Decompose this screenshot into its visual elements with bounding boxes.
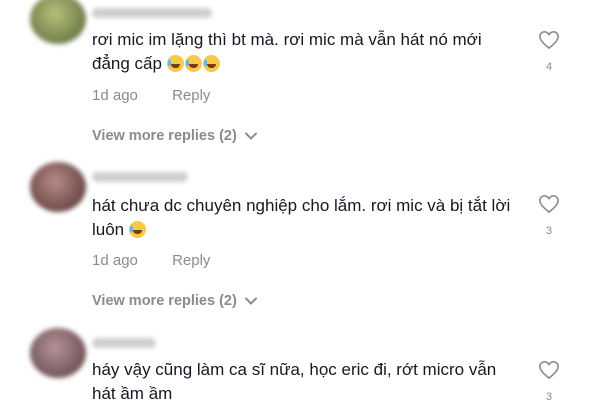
chevron-down-icon (244, 297, 257, 305)
chevron-down-icon (244, 132, 257, 140)
reply-button[interactable]: Reply (172, 87, 210, 104)
comment-text: hát chưa dc chuyên nghiệp cho lắm. rơi m… (92, 194, 522, 242)
reply-button[interactable]: Reply (172, 252, 210, 269)
timestamp: 1d ago (92, 252, 138, 269)
comment-text-content: rơi mic im lặng thì bt mà. rơi mic mà vẫ… (92, 30, 482, 73)
heart-outline-icon (539, 361, 559, 379)
like-count: 3 (545, 225, 553, 237)
comment-text: rơi mic im lặng thì bt mà. rơi mic mà vẫ… (92, 28, 522, 76)
heart-outline-icon (539, 31, 559, 49)
comment-text: háy vậy cũng làm ca sĩ nữa, học eric đi,… (92, 358, 522, 406)
heart-outline-icon (539, 195, 559, 213)
comment-text-content: hát chưa dc chuyên nghiệp cho lắm. rơi m… (92, 196, 511, 239)
username-blurred[interactable] (92, 338, 156, 348)
username-blurred[interactable] (92, 8, 212, 18)
sweat-smile-emoji (128, 220, 147, 239)
view-more-label: View more replies (2) (92, 128, 237, 144)
like-button[interactable]: 3 (537, 194, 561, 237)
avatar[interactable] (30, 162, 86, 212)
comment-text-content: háy vậy cũng làm ca sĩ nữa, học eric đi,… (92, 360, 497, 403)
like-count: 4 (545, 61, 553, 73)
timestamp: 1d ago (92, 87, 138, 104)
avatar[interactable] (30, 328, 86, 378)
view-more-label: View more replies (2) (92, 293, 237, 309)
like-button[interactable]: 3 (537, 360, 561, 403)
laughing-tears-emoji (166, 54, 221, 73)
like-button[interactable]: 4 (537, 30, 561, 73)
view-more-replies-button[interactable]: View more replies (2) (92, 128, 257, 144)
view-more-replies-button[interactable]: View more replies (2) (92, 293, 257, 309)
comment-meta: 1d ago Reply (92, 87, 210, 104)
username-blurred[interactable] (92, 172, 188, 182)
like-count: 3 (545, 391, 553, 403)
comment-meta: 1d ago Reply (92, 252, 210, 269)
avatar[interactable] (30, 0, 86, 44)
